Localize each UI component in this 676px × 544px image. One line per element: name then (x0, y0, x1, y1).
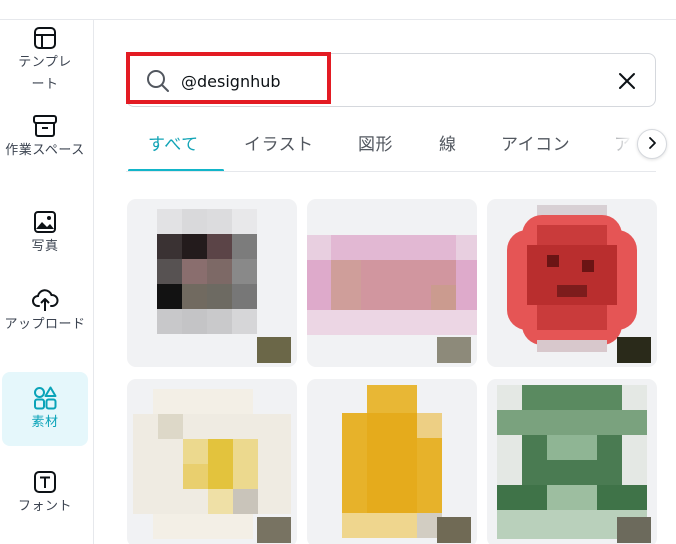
sidebar-item-label: 作業スペース (5, 143, 85, 158)
element-card-green-grid[interactable] (487, 379, 657, 544)
sidebar-item-photos[interactable]: 写真 (2, 208, 88, 272)
sidebar-item-label: アップロード (4, 317, 86, 332)
tab-lines[interactable]: 線 (439, 130, 457, 155)
watermark-badge (617, 337, 651, 363)
watermark-badge (617, 517, 651, 543)
sidebar: テンプレート 作業スペース 写真 アップロード 素材 フォント (0, 20, 94, 544)
sidebar-item-templates[interactable]: テンプレート (2, 24, 88, 104)
watermark-badge (257, 337, 291, 363)
image-icon (31, 208, 59, 236)
watermark-badge (257, 517, 291, 543)
top-bar (0, 0, 676, 20)
element-card-yellow-egg[interactable] (307, 379, 477, 544)
tabs-next-button[interactable] (637, 129, 667, 159)
sidebar-item-workspace[interactable]: 作業スペース (2, 112, 88, 192)
tab-illustrations[interactable]: イラスト (244, 130, 314, 155)
search-icon (145, 68, 171, 94)
watermark-badge (437, 517, 471, 543)
sidebar-item-label: 素材 (31, 415, 59, 430)
sidebar-item-label: フォント (17, 499, 72, 514)
search-box (126, 53, 656, 107)
tab-shapes[interactable]: 図形 (358, 130, 393, 155)
element-card-pink-banner[interactable] (307, 199, 477, 367)
elements-icon (31, 384, 59, 412)
close-icon[interactable] (615, 69, 639, 93)
text-icon (31, 468, 59, 496)
sidebar-item-uploads[interactable]: アップロード (2, 286, 88, 366)
sidebar-item-fonts[interactable]: フォント (2, 468, 88, 528)
tab-all[interactable]: すべて (148, 130, 199, 155)
search-input[interactable] (181, 66, 481, 96)
chevron-right-icon (645, 135, 659, 154)
element-card-dark-photo[interactable] (127, 199, 297, 367)
cloud-upload-icon (31, 286, 59, 314)
tab-icons[interactable]: アイコン (501, 130, 570, 155)
sidebar-item-elements[interactable]: 素材 (2, 372, 88, 446)
sidebar-item-label: テンプレート (18, 55, 72, 92)
category-tabs: すべて イラスト 図形 線 アイコン アニ (126, 118, 656, 172)
element-card-white-yellow[interactable] (127, 379, 297, 544)
watermark-badge (437, 337, 471, 363)
active-tab-indicator (128, 169, 224, 171)
element-card-red-circle[interactable] (487, 199, 657, 367)
archive-icon (31, 112, 59, 140)
template-icon (31, 24, 59, 52)
sidebar-item-label: 写真 (31, 239, 59, 254)
